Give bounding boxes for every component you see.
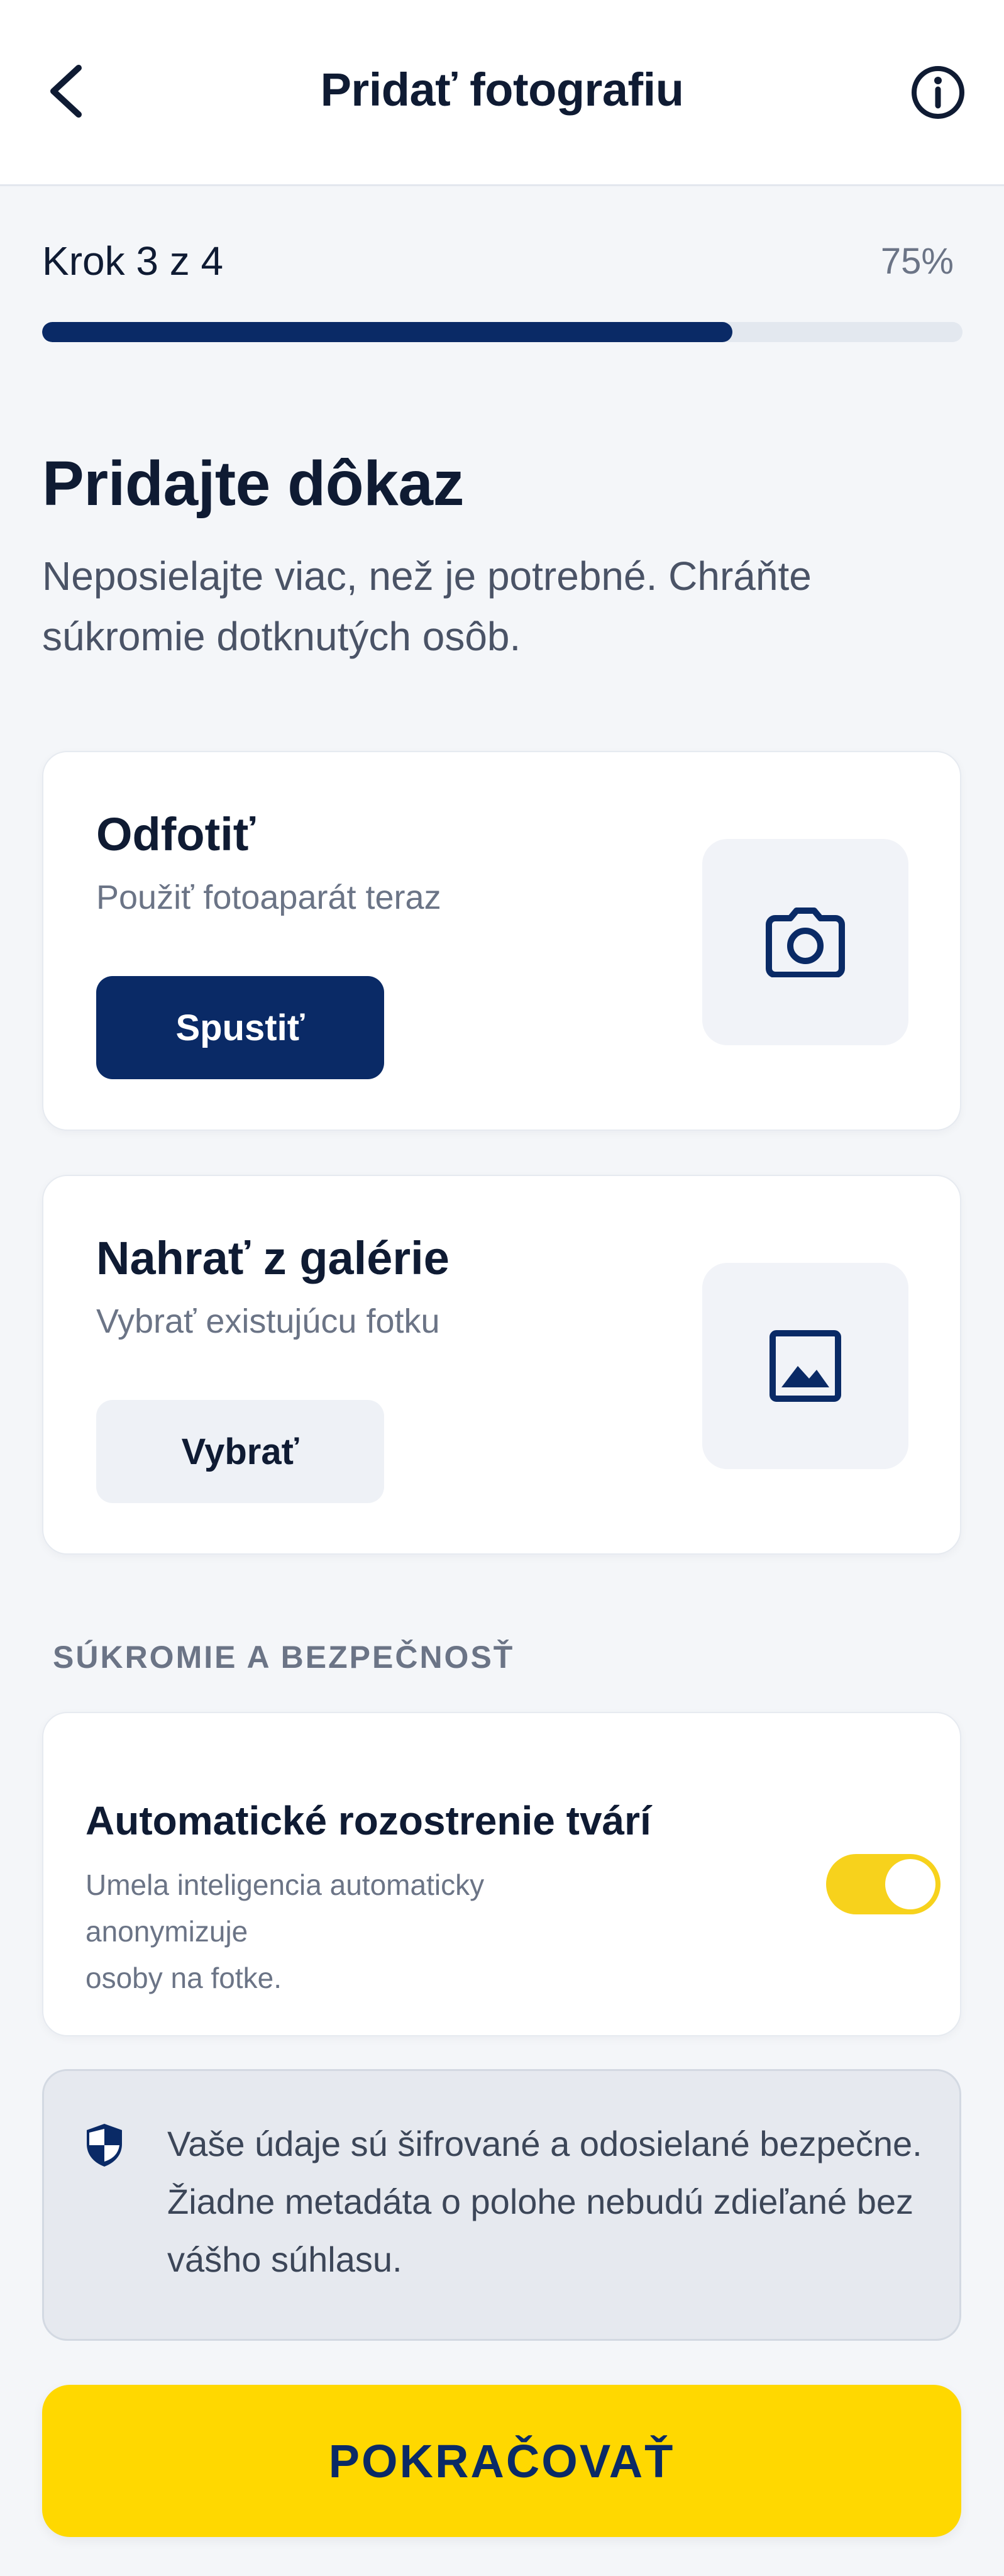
image-icon (770, 1330, 841, 1402)
shield-icon (87, 2124, 122, 2167)
face-blur-description: Umela inteligencia automaticky anonymizu… (86, 1862, 651, 2001)
camera-icon (766, 908, 845, 977)
take-photo-subtitle: Použiť fotoaparát teraz (96, 879, 441, 916)
info-circle-icon (912, 66, 964, 119)
toggle-knob (885, 1859, 935, 1909)
camera-icon-box (702, 839, 908, 1045)
choose-photo-button[interactable]: Vybrať (96, 1400, 384, 1503)
section-description: Neposielajte viac, než je potrebné. Chrá… (42, 553, 812, 659)
face-blur-description-line: anonymizuje (86, 1915, 248, 1948)
image-icon-box (702, 1263, 908, 1469)
info-button[interactable] (903, 58, 973, 127)
face-blur-description-line: osoby na fotke. (86, 1962, 282, 1994)
gallery-upload-card: Nahrať z galérie Vybrať existujúcu fotku… (42, 1175, 961, 1555)
privacy-section-label: SÚKROMIE A BEZPEČNOSŤ (53, 1640, 515, 1675)
security-notice-text: Vaše údaje sú šifrované a odosielané bez… (167, 2124, 922, 2279)
progress-percent: 75% (880, 241, 954, 282)
gallery-upload-title: Nahrať z galérie (96, 1232, 450, 1284)
face-blur-toggle[interactable] (826, 1854, 941, 1914)
gallery-upload-subtitle: Vybrať existujúcu fotku (96, 1302, 440, 1340)
face-blur-description-line: Umela inteligencia automaticky (86, 1868, 485, 1901)
app-header: Pridať fotografiu (0, 0, 1004, 186)
face-blur-card: Automatické rozostrenie tvárí Umela inte… (42, 1712, 961, 2036)
step-label: Krok 3 z 4 (42, 238, 224, 284)
continue-button[interactable]: POKRAČOVAŤ (42, 2385, 961, 2537)
take-photo-title: Odfotiť (96, 808, 256, 860)
page-title: Pridať fotografiu (320, 64, 684, 116)
security-notice: Vaše údaje sú šifrované a odosielané bez… (42, 2069, 961, 2341)
take-photo-card: Odfotiť Použiť fotoaparát teraz Spustiť (42, 751, 961, 1131)
face-blur-title: Automatické rozostrenie tvárí (86, 1798, 651, 1843)
start-camera-button[interactable]: Spustiť (96, 976, 384, 1079)
section-heading: Pridajte dôkaz (42, 448, 464, 519)
progress-bar (42, 322, 963, 342)
progress-fill (42, 322, 732, 342)
